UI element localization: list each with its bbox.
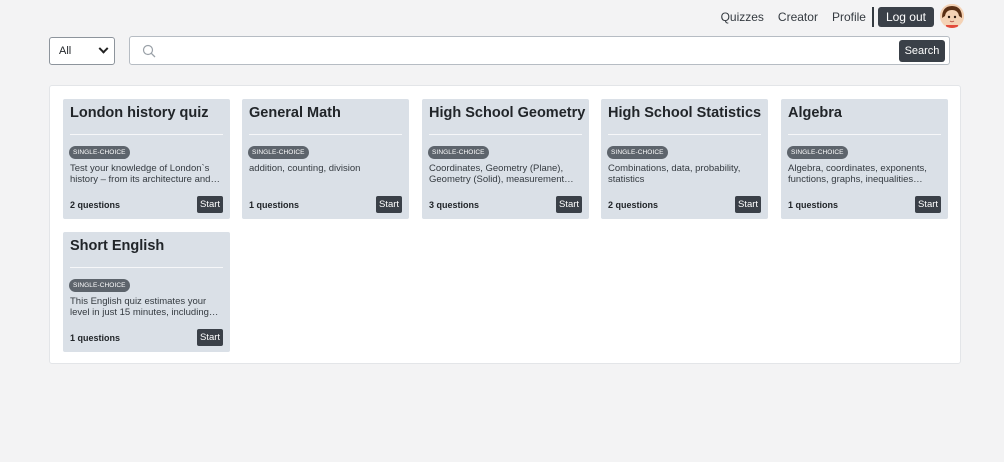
logout-button[interactable]: Log out (877, 7, 934, 27)
question-count: 1 questions (249, 200, 300, 210)
start-button[interactable]: Start (915, 196, 941, 213)
divider (788, 134, 941, 135)
quiz-description: Test your knowledge of London`s history … (70, 163, 220, 185)
question-count: 2 questions (70, 200, 121, 210)
quiz-card: High School Geometry SINGLE-CHOICE Coord… (422, 99, 589, 219)
start-button[interactable]: Start (197, 329, 223, 346)
search-icon (142, 44, 156, 58)
quiz-description: This English quiz estimates your level i… (70, 296, 219, 318)
quiz-description: addition, counting, division (249, 163, 361, 174)
chevron-down-icon (98, 43, 109, 54)
divider (608, 134, 761, 135)
question-count: 3 questions (429, 200, 480, 210)
quiz-type-badge: SINGLE-CHOICE (787, 146, 848, 159)
divider (429, 134, 582, 135)
quiz-title: Short English (70, 238, 165, 254)
avatar-icon (940, 4, 964, 28)
quiz-card: London history quiz SINGLE-CHOICE Test y… (63, 99, 230, 219)
quiz-type-badge: SINGLE-CHOICE (69, 279, 130, 292)
divider (70, 267, 223, 268)
divider (70, 134, 223, 135)
quiz-card: Short English SINGLE-CHOICE This English… (63, 232, 230, 352)
quiz-description: Algebra, coordinates, exponents, functio… (788, 163, 927, 185)
quiz-type-badge: SINGLE-CHOICE (428, 146, 489, 159)
question-count: 1 questions (788, 200, 839, 210)
nav-quizzes-link[interactable]: Quizzes (721, 5, 764, 29)
question-count: 2 questions (608, 200, 659, 210)
avatar[interactable] (940, 4, 964, 28)
category-filter-select[interactable]: All (49, 37, 115, 65)
start-button[interactable]: Start (556, 196, 582, 213)
quiz-card: General Math SINGLE-CHOICE addition, cou… (242, 99, 409, 219)
quiz-type-badge: SINGLE-CHOICE (248, 146, 309, 159)
divider (249, 134, 402, 135)
nav-divider (871, 7, 874, 27)
quiz-card: Algebra SINGLE-CHOICE Algebra, coordinat… (781, 99, 948, 219)
quiz-title: High School Statistics (608, 105, 762, 121)
start-button[interactable]: Start (376, 196, 402, 213)
quiz-card: High School Statistics SINGLE-CHOICE Com… (601, 99, 768, 219)
quiz-list-panel: London history quiz SINGLE-CHOICE Test y… (49, 85, 961, 364)
search-bar[interactable]: Search (129, 36, 950, 65)
quiz-title: High School Geometry (429, 105, 586, 121)
quiz-type-badge: SINGLE-CHOICE (69, 146, 130, 159)
top-nav: Quizzes Creator Profile Log out (707, 5, 934, 29)
quiz-title: London history quiz (70, 105, 209, 121)
search-button[interactable]: Search (899, 40, 945, 62)
start-button[interactable]: Start (197, 196, 223, 213)
nav-creator-link[interactable]: Creator (778, 5, 818, 29)
quiz-title: General Math (249, 105, 341, 121)
start-button[interactable]: Start (735, 196, 761, 213)
quiz-type-badge: SINGLE-CHOICE (607, 146, 668, 159)
question-count: 1 questions (70, 333, 121, 343)
filter-selected-value: All (59, 45, 72, 57)
nav-profile-link[interactable]: Profile (832, 5, 866, 29)
quiz-description: Combinations, data, probability, statist… (608, 163, 741, 185)
quiz-title: Algebra (788, 105, 842, 121)
quiz-description: Coordinates, Geometry (Plane), Geometry … (429, 163, 574, 185)
